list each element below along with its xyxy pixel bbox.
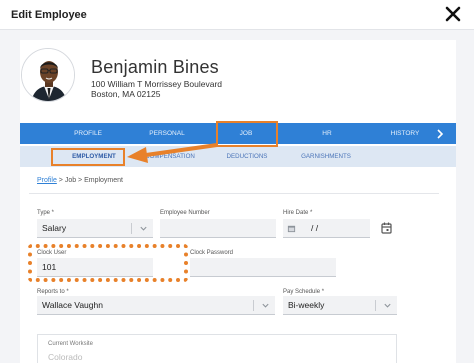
highlight-clock-user [28,244,188,282]
annotation-arrow-icon [127,143,218,163]
